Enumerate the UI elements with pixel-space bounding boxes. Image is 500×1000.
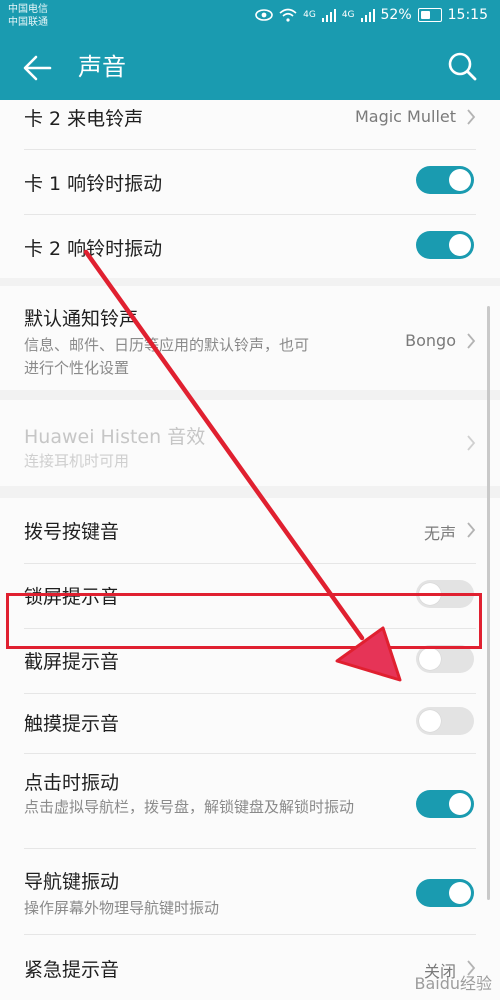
watermark: Baidu经验 xyxy=(414,974,492,993)
page-title: 声音 xyxy=(78,53,126,81)
back-arrow-icon xyxy=(23,55,52,81)
row-value: Magic Mullet xyxy=(354,107,456,126)
list-item-navkey-vibrate[interactable]: 导航键振动 操作屏幕外物理导航键时振动 xyxy=(0,849,500,933)
group-feedback: 拨号按键音 无声 锁屏提示音 截屏提示音 触摸提示音 点击时振动 点击虚拟导航栏… xyxy=(0,498,500,1000)
row-title: 卡 1 响铃时振动 xyxy=(24,173,163,195)
row-title: 导航键振动 xyxy=(24,871,120,893)
group-ringtone: 卡 2 来电铃声 Magic Mullet 卡 1 响铃时振动 卡 2 响铃时振… xyxy=(0,100,500,278)
row-title: 点击时振动 xyxy=(24,772,120,794)
back-button[interactable] xyxy=(20,52,56,84)
row-subtitle: 连接耳机时可用 xyxy=(24,452,130,470)
toggle-switch[interactable] xyxy=(416,231,474,259)
list-item-histen: Huawei Histen 音效 连接耳机时可用 xyxy=(0,400,500,486)
row-title: 拨号按键音 xyxy=(24,521,120,543)
wifi-icon xyxy=(279,8,297,22)
row-subtitle: 点击虚拟导航栏，拨号盘，解锁键盘及解锁时振动 xyxy=(24,798,355,816)
toggle-knob xyxy=(449,882,471,904)
toggle-knob xyxy=(449,793,471,815)
toggle-switch[interactable] xyxy=(416,166,474,194)
network-badge-1: 4G xyxy=(303,10,316,20)
list-item-notification-ringtone[interactable]: 默认通知铃声 信息、邮件、日历等应用的默认铃声，也可进行个性化设置 Bongo xyxy=(0,286,500,390)
signal-icon xyxy=(321,9,336,22)
row-subtitle: 信息、邮件、日历等应用的默认铃声，也可进行个性化设置 xyxy=(24,336,310,377)
battery-percent: 52% xyxy=(380,7,412,23)
row-value: 无声 xyxy=(423,524,456,543)
row-title: 卡 2 响铃时振动 xyxy=(24,238,163,260)
list-item-card1-vibrate[interactable]: 卡 1 响铃时振动 xyxy=(0,150,500,214)
toggle-switch[interactable] xyxy=(416,645,474,673)
carrier-1: 中国电信 xyxy=(8,4,48,15)
toggle-switch[interactable] xyxy=(416,790,474,818)
settings-list: 卡 2 来电铃声 Magic Mullet 卡 1 响铃时振动 卡 2 响铃时振… xyxy=(0,100,500,1000)
list-item-card2-ringtone[interactable]: 卡 2 来电铃声 Magic Mullet xyxy=(0,100,500,144)
toggle-knob xyxy=(419,710,441,732)
row-title: 紧急提示音 xyxy=(24,959,120,981)
row-title: 触摸提示音 xyxy=(24,713,120,735)
row-title: 默认通知铃声 xyxy=(24,308,139,330)
group-notification: 默认通知铃声 信息、邮件、日历等应用的默认铃声，也可进行个性化设置 Bongo xyxy=(0,286,500,390)
chevron-right-icon xyxy=(467,435,476,451)
clock: 15:15 xyxy=(447,7,488,23)
chevron-right-icon xyxy=(467,333,476,349)
row-title: Huawei Histen 音效 xyxy=(24,426,206,448)
toggle-switch[interactable] xyxy=(416,707,474,735)
chevron-right-icon xyxy=(467,522,476,538)
group-histen: Huawei Histen 音效 连接耳机时可用 xyxy=(0,400,500,486)
row-subtitle: 操作屏幕外物理导航键时振动 xyxy=(24,899,220,917)
toggle-knob xyxy=(449,169,471,191)
toggle-knob xyxy=(449,234,471,256)
search-icon xyxy=(448,52,477,81)
row-title: 卡 2 来电铃声 xyxy=(24,108,144,130)
network-badge-2: 4G xyxy=(341,10,355,20)
carrier-2: 中国联通 xyxy=(8,17,48,28)
scrollbar[interactable] xyxy=(487,306,490,900)
row-value: Bongo xyxy=(405,331,456,350)
signal-icon xyxy=(360,9,375,22)
battery-icon xyxy=(417,8,442,22)
status-bar: 中国电信 中国联通 4G 4G 52% 15:15 xyxy=(0,0,500,34)
toggle-switch[interactable] xyxy=(416,879,474,907)
app-bar: 声音 xyxy=(0,34,500,100)
carrier-info: 中国电信 中国联通 xyxy=(8,3,48,29)
toggle-knob xyxy=(419,648,441,670)
list-item-dialpad-tone[interactable]: 拨号按键音 无声 xyxy=(0,498,500,562)
list-item-touch-tone[interactable]: 触摸提示音 xyxy=(0,694,500,750)
highlight-box xyxy=(6,593,482,649)
list-item-card2-vibrate[interactable]: 卡 2 响铃时振动 xyxy=(0,215,500,278)
search-button[interactable] xyxy=(446,50,478,84)
list-item-tap-vibrate[interactable]: 点击时振动 点击虚拟导航栏，拨号盘，解锁键盘及解锁时振动 xyxy=(0,754,500,848)
row-title: 截屏提示音 xyxy=(24,651,120,673)
chevron-right-icon xyxy=(467,109,476,125)
status-icons: 4G 4G 52% 15:15 xyxy=(255,7,488,23)
eye-icon xyxy=(255,9,273,21)
